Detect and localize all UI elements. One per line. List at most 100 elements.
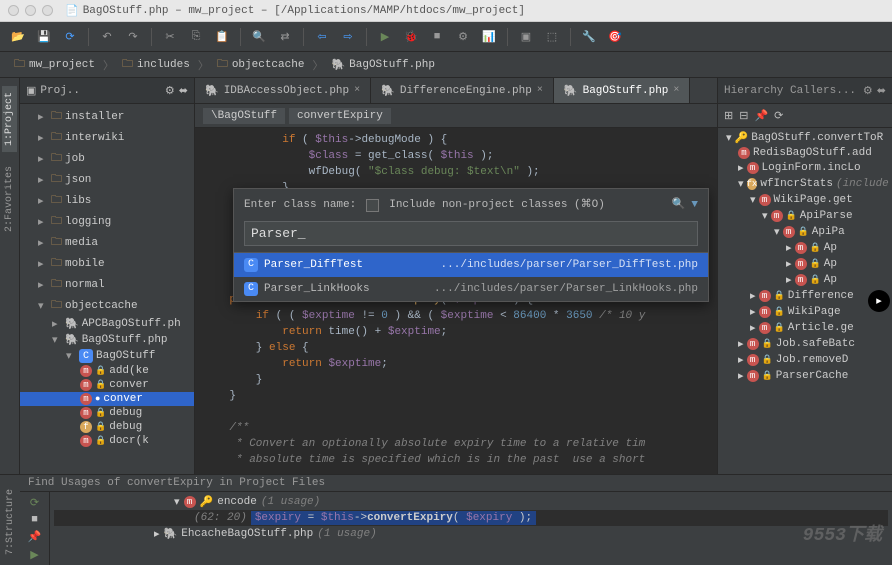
- crumb-class[interactable]: \BagOStuff: [203, 108, 285, 124]
- min-dot[interactable]: [25, 5, 36, 16]
- copy-icon[interactable]: ⎘: [186, 27, 206, 47]
- tree-folder[interactable]: ▸🗀logging: [20, 211, 194, 232]
- tree-class[interactable]: ▾CBagOStuff: [20, 348, 194, 364]
- tree-folder[interactable]: ▸🗀mobile: [20, 253, 194, 274]
- usage-method[interactable]: ▾m🔑encode (1 usage): [54, 494, 888, 510]
- bc-root[interactable]: 🗀mw_project: [8, 53, 101, 76]
- result-item[interactable]: C Parser_LinkHooks .../includes/parser/P…: [234, 277, 708, 301]
- tree-folder[interactable]: ▸🗀libs: [20, 190, 194, 211]
- find-icon[interactable]: 🔍: [249, 27, 269, 47]
- class-name-input[interactable]: [244, 221, 698, 246]
- tree-method[interactable]: m🔒debug: [20, 406, 194, 420]
- hier-item[interactable]: ▾m🔒ApiParse: [718, 208, 892, 224]
- tree-file[interactable]: ▾🐘BagOStuff.php: [20, 332, 194, 348]
- hier-item[interactable]: mRedisBagOStuff.add: [718, 146, 892, 160]
- crumb-method[interactable]: convertExpiry: [289, 108, 391, 124]
- collapse-icon[interactable]: ▣: [26, 84, 36, 98]
- paste-icon[interactable]: 📋: [212, 27, 232, 47]
- filter-icon[interactable]: ▼: [691, 197, 698, 213]
- open-icon[interactable]: 📂: [8, 27, 28, 47]
- collapse-icon[interactable]: ⊟: [739, 109, 748, 123]
- tab-favorites[interactable]: 2:Favorites: [2, 160, 17, 238]
- hier-item[interactable]: ▸m🔒Job.safeBatc: [718, 336, 892, 352]
- tab-structure[interactable]: 7:Structure: [3, 483, 18, 561]
- checkbox-include-nonproject[interactable]: [366, 199, 379, 212]
- back-icon[interactable]: ⇦: [312, 27, 332, 47]
- tab-bagostuff[interactable]: 🐘BagOStuff.php×: [554, 78, 691, 103]
- traffic-lights[interactable]: [8, 5, 53, 16]
- run-icon[interactable]: ▶: [375, 27, 395, 47]
- hier-item[interactable]: ▾m🔒ApiPa: [718, 224, 892, 240]
- tree-file[interactable]: ▸🐘APCBagOStuff.ph: [20, 316, 194, 332]
- tool4-icon[interactable]: 🎯: [605, 27, 625, 47]
- redo-icon[interactable]: ↷: [123, 27, 143, 47]
- sync-icon[interactable]: ⟳: [60, 27, 80, 47]
- usage-file[interactable]: ▸🐘EhcacheBagOStuff.php (1 usage): [54, 526, 888, 542]
- close-icon[interactable]: ×: [537, 85, 543, 96]
- tree-method[interactable]: m🔒conver: [20, 378, 194, 392]
- forward-icon[interactable]: ⇨: [338, 27, 358, 47]
- result-item-selected[interactable]: C Parser_DiffTest .../includes/parser/Pa…: [234, 253, 708, 277]
- tree-folder[interactable]: ▸🗀interwiki: [20, 127, 194, 148]
- terminal-icon[interactable]: ▣: [516, 27, 536, 47]
- bc-file[interactable]: 🐘BagOStuff.php: [325, 56, 441, 74]
- stop-icon[interactable]: ■: [31, 514, 38, 526]
- code-editor[interactable]: if ( $this->debugMode ) { $class = get_c…: [195, 128, 717, 474]
- hier-item[interactable]: ▸m🔒ParserCache: [718, 368, 892, 384]
- pin-icon[interactable]: 📌: [28, 530, 42, 544]
- tab-idbaccess[interactable]: 🐘IDBAccessObject.php×: [195, 78, 371, 103]
- bc-includes[interactable]: 🗀includes: [116, 53, 196, 76]
- undo-icon[interactable]: ↶: [97, 27, 117, 47]
- rerun-icon[interactable]: ⟳: [30, 496, 39, 510]
- hier-item[interactable]: ▸m🔒Difference: [718, 288, 892, 304]
- close-icon[interactable]: ×: [354, 85, 360, 96]
- tool3-icon[interactable]: 🔧: [579, 27, 599, 47]
- hier-item[interactable]: ▸m🔒Ap: [718, 240, 892, 256]
- close-icon[interactable]: ×: [673, 85, 679, 96]
- hier-item[interactable]: ▾fxwfIncrStats(include: [718, 176, 892, 192]
- search-icon[interactable]: 🔍: [672, 197, 686, 213]
- profile-icon[interactable]: 📊: [479, 27, 499, 47]
- tree-folder[interactable]: ▾🗀objectcache: [20, 295, 194, 316]
- tree-method[interactable]: m🔒add(ke: [20, 364, 194, 378]
- gear-icon[interactable]: ⚙: [863, 84, 873, 98]
- cut-icon[interactable]: ✂: [160, 27, 180, 47]
- replace-icon[interactable]: ⇄: [275, 27, 295, 47]
- tree-folder[interactable]: ▸🗀normal: [20, 274, 194, 295]
- tree-folder[interactable]: ▸🗀installer: [20, 106, 194, 127]
- play-icon[interactable]: ▶: [30, 548, 38, 562]
- usages-title: Find Usages of convertExpiry in Project …: [20, 475, 892, 492]
- debug-icon[interactable]: 🐞: [401, 27, 421, 47]
- save-icon[interactable]: 💾: [34, 27, 54, 47]
- tab-diffengine[interactable]: 🐘DifferenceEngine.php×: [371, 78, 554, 103]
- tree-method[interactable]: f🔒debug: [20, 420, 194, 434]
- expand-icon[interactable]: ⊞: [724, 109, 733, 123]
- tree-folder[interactable]: ▸🗀media: [20, 232, 194, 253]
- close-dot[interactable]: [8, 5, 19, 16]
- pin-icon[interactable]: 📌: [754, 109, 768, 123]
- hier-item[interactable]: ▸m🔒Ap: [718, 256, 892, 272]
- nav-floater[interactable]: ▸: [868, 290, 890, 312]
- hier-item[interactable]: ▸m🔒WikiPage: [718, 304, 892, 320]
- tree-method[interactable]: m🔒docr(k: [20, 434, 194, 448]
- bc-objectcache[interactable]: 🗀objectcache: [211, 53, 311, 76]
- stop-icon[interactable]: ■: [427, 27, 447, 47]
- hier-item[interactable]: ▸m🔒Job.removeD: [718, 352, 892, 368]
- hier-item[interactable]: ▸mLoginForm.incLo: [718, 160, 892, 176]
- hier-root[interactable]: ▾🔑BagOStuff.convertToR: [718, 130, 892, 146]
- tool2-icon[interactable]: ⬚: [542, 27, 562, 47]
- hide-icon[interactable]: ⬌: [877, 84, 886, 98]
- tree-folder[interactable]: ▸🗀job: [20, 148, 194, 169]
- tree-folder[interactable]: ▸🗀json: [20, 169, 194, 190]
- max-dot[interactable]: [42, 5, 53, 16]
- usage-line[interactable]: (62: 20) $expiry = $this->convertExpiry(…: [54, 510, 888, 526]
- tab-project[interactable]: 1:Project: [2, 86, 17, 152]
- hier-item[interactable]: ▾mWikiPage.get: [718, 192, 892, 208]
- tree-method-selected[interactable]: m●conver: [20, 392, 194, 406]
- hier-item[interactable]: ▸m🔒Article.ge: [718, 320, 892, 336]
- config-icon[interactable]: ⚙: [453, 27, 473, 47]
- refresh-icon[interactable]: ⟳: [774, 109, 783, 123]
- minimize-icon[interactable]: ⬌: [179, 84, 188, 98]
- hier-item[interactable]: ▸m🔒Ap: [718, 272, 892, 288]
- gear-icon[interactable]: ⚙: [165, 84, 175, 98]
